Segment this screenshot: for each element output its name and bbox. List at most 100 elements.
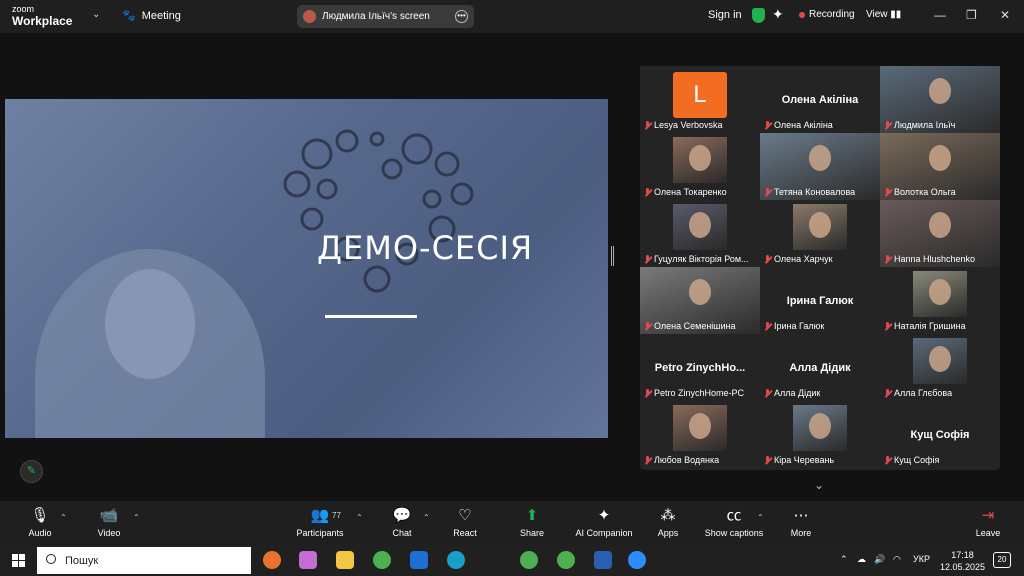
copilot-icon[interactable] (299, 551, 317, 569)
cc-icon: ㏄ (726, 507, 742, 524)
participant-tile[interactable]: Любов Водянка (640, 401, 760, 468)
participant-tile[interactable]: Людмила Ільїч (880, 66, 1000, 133)
participant-name: Олена Семенішина (654, 321, 736, 331)
participant-video (913, 338, 967, 384)
screen-share-indicator[interactable]: Людмила Ільїч's screen ••• (297, 5, 474, 28)
split-handle[interactable] (611, 246, 614, 266)
participant-name: Ірина Галюк (774, 321, 825, 331)
taskbar-clock[interactable]: 17:18 12.05.2025 (940, 549, 985, 573)
meeting-toolbar: 🎙 Audio ⌃ 📹 Video ⌃ 👥 Participants 77 ⌃ … (0, 501, 1024, 545)
participant-name: Олена Акіліна (774, 120, 833, 130)
participant-tile[interactable]: Кущ Софія Кущ Софія (880, 401, 1000, 468)
participant-video (913, 271, 967, 317)
participant-name: Волотка Ольга (894, 187, 956, 197)
chevron-down-icon[interactable]: ⌄ (92, 9, 100, 20)
participant-video (793, 405, 847, 451)
participant-tile[interactable]: Hanna Hlushchenko (880, 200, 1000, 267)
apps-button[interactable]: ⁂ Apps (655, 507, 681, 538)
participant-name: Тетяна Коновалова (774, 187, 856, 197)
participant-tile[interactable]: Наталія Гришина (880, 267, 1000, 334)
participant-name: Lesya Verbovska (654, 120, 723, 130)
captions-button[interactable]: ㏄ Show captions (704, 507, 764, 538)
participant-name-label: Алла Глєбова (884, 388, 952, 398)
video-off-icon: 📹 (99, 507, 119, 524)
participant-tile[interactable]: Олена Токаренко (640, 133, 760, 200)
edge-icon[interactable] (447, 551, 465, 569)
participant-tile[interactable]: Кіра Черевань (760, 401, 880, 468)
participant-tile[interactable]: Олена Семенішина (640, 267, 760, 334)
participant-tile[interactable]: Алла Дідик Алла Дідик (760, 334, 880, 401)
participant-tile[interactable]: Олена Харчук (760, 200, 880, 267)
more-button[interactable]: ⋯ More (788, 507, 814, 538)
network-icon[interactable]: ☁ (857, 554, 866, 565)
share-button[interactable]: ⬆ Share (518, 507, 546, 538)
sign-in-link[interactable]: Sign in (708, 9, 742, 21)
wifi-icon[interactable]: ◠ (893, 554, 901, 565)
minimize-icon[interactable]: — (934, 8, 946, 22)
participant-avatar: L (673, 72, 727, 118)
participant-tile[interactable]: Гуцуляк Вікторія Ром... (640, 200, 760, 267)
meeting-label: Meeting (141, 9, 181, 22)
taskbar-search-input[interactable]: Пошук (37, 547, 251, 574)
chrome-profile-icon[interactable] (557, 551, 575, 569)
chat-button[interactable]: 💬 Chat (388, 507, 416, 538)
shield-icon[interactable] (752, 8, 765, 23)
more-icon[interactable]: ••• (455, 10, 468, 23)
mic-muted-icon (764, 455, 771, 465)
participant-video (793, 204, 847, 250)
participant-display-name: Petro ZinychHo... (654, 362, 746, 374)
view-button[interactable]: View ▮▮ (866, 9, 901, 20)
react-label: React (453, 528, 477, 538)
maximize-icon[interactable]: ❐ (966, 8, 977, 22)
chevron-down-icon[interactable]: ⌄ (814, 478, 824, 492)
notifications-badge[interactable]: 20 (993, 552, 1011, 568)
windows-start-icon[interactable] (12, 554, 25, 567)
participant-name-label: Олена Токаренко (644, 187, 727, 197)
close-icon[interactable]: ✕ (1000, 8, 1010, 22)
mic-muted-icon (764, 321, 771, 331)
audio-button[interactable]: 🎙 Audio (24, 507, 56, 538)
chrome-profile-icon[interactable] (520, 551, 538, 569)
ai-companion-button[interactable]: ✦ AI Companion (573, 507, 635, 538)
participant-tile[interactable]: Волотка Ольга (880, 133, 1000, 200)
mic-muted-icon (884, 388, 891, 398)
tray-chevron-icon[interactable]: ⌃ (840, 554, 848, 565)
volume-icon[interactable]: 🔊 (874, 554, 885, 565)
mic-muted-icon (884, 455, 891, 465)
meeting-info-button[interactable]: 🐾 Meeting (122, 9, 181, 23)
participant-name-label: Petro ZinychHome-PC (644, 388, 744, 398)
leave-label: Leave (975, 528, 1001, 538)
file-explorer-icon[interactable] (336, 551, 354, 569)
outlook-icon[interactable] (410, 551, 428, 569)
recording-indicator[interactable]: Recording (799, 9, 855, 20)
participant-tile[interactable]: Petro ZinychHo... Petro ZinychHome-PC (640, 334, 760, 401)
participant-name: Наталія Гришина (894, 321, 966, 331)
participant-name-label: Тетяна Коновалова (764, 187, 855, 197)
participant-name-label: Lesya Verbovska (644, 120, 723, 130)
participant-tile[interactable]: L Lesya Verbovska (640, 66, 760, 133)
chat-options-caret[interactable]: ⌃ (423, 513, 430, 522)
participant-tile[interactable]: Тетяна Коновалова (760, 133, 880, 200)
leave-button[interactable]: ⇥ Leave (974, 507, 1002, 538)
video-options-caret[interactable]: ⌃ (133, 513, 140, 522)
word-icon[interactable] (594, 551, 612, 569)
windows-taskbar: Пошук ⌃ ☁ 🔊 ◠ УКР 17:18 12.05.2025 20 (0, 545, 1024, 576)
participant-tile[interactable]: Алла Глєбова (880, 334, 1000, 401)
audio-options-caret[interactable]: ⌃ (60, 513, 67, 522)
firefox-icon[interactable] (263, 551, 281, 569)
react-button[interactable]: ♡ React (451, 507, 479, 538)
ai-sparkle-icon[interactable]: ✦ (772, 6, 784, 23)
chat-icon: 💬 (392, 507, 412, 524)
video-button[interactable]: 📹 Video (93, 507, 125, 538)
input-language[interactable]: УКР (913, 554, 930, 564)
captions-options-caret[interactable]: ⌃ (757, 513, 764, 522)
zoom-app-icon[interactable] (628, 551, 646, 569)
logo-zoom-text: zoom (12, 4, 35, 14)
participant-display-name: Ірина Галюк (786, 295, 854, 307)
participant-tile[interactable]: Олена Акіліна Олена Акіліна (760, 66, 880, 133)
participant-name: Алла Дідик (774, 388, 821, 398)
annotate-pen-icon[interactable]: ✎ (20, 460, 43, 483)
participants-options-caret[interactable]: ⌃ (356, 513, 363, 522)
chrome-icon[interactable] (373, 551, 391, 569)
participant-tile[interactable]: Ірина Галюк Ірина Галюк (760, 267, 880, 334)
